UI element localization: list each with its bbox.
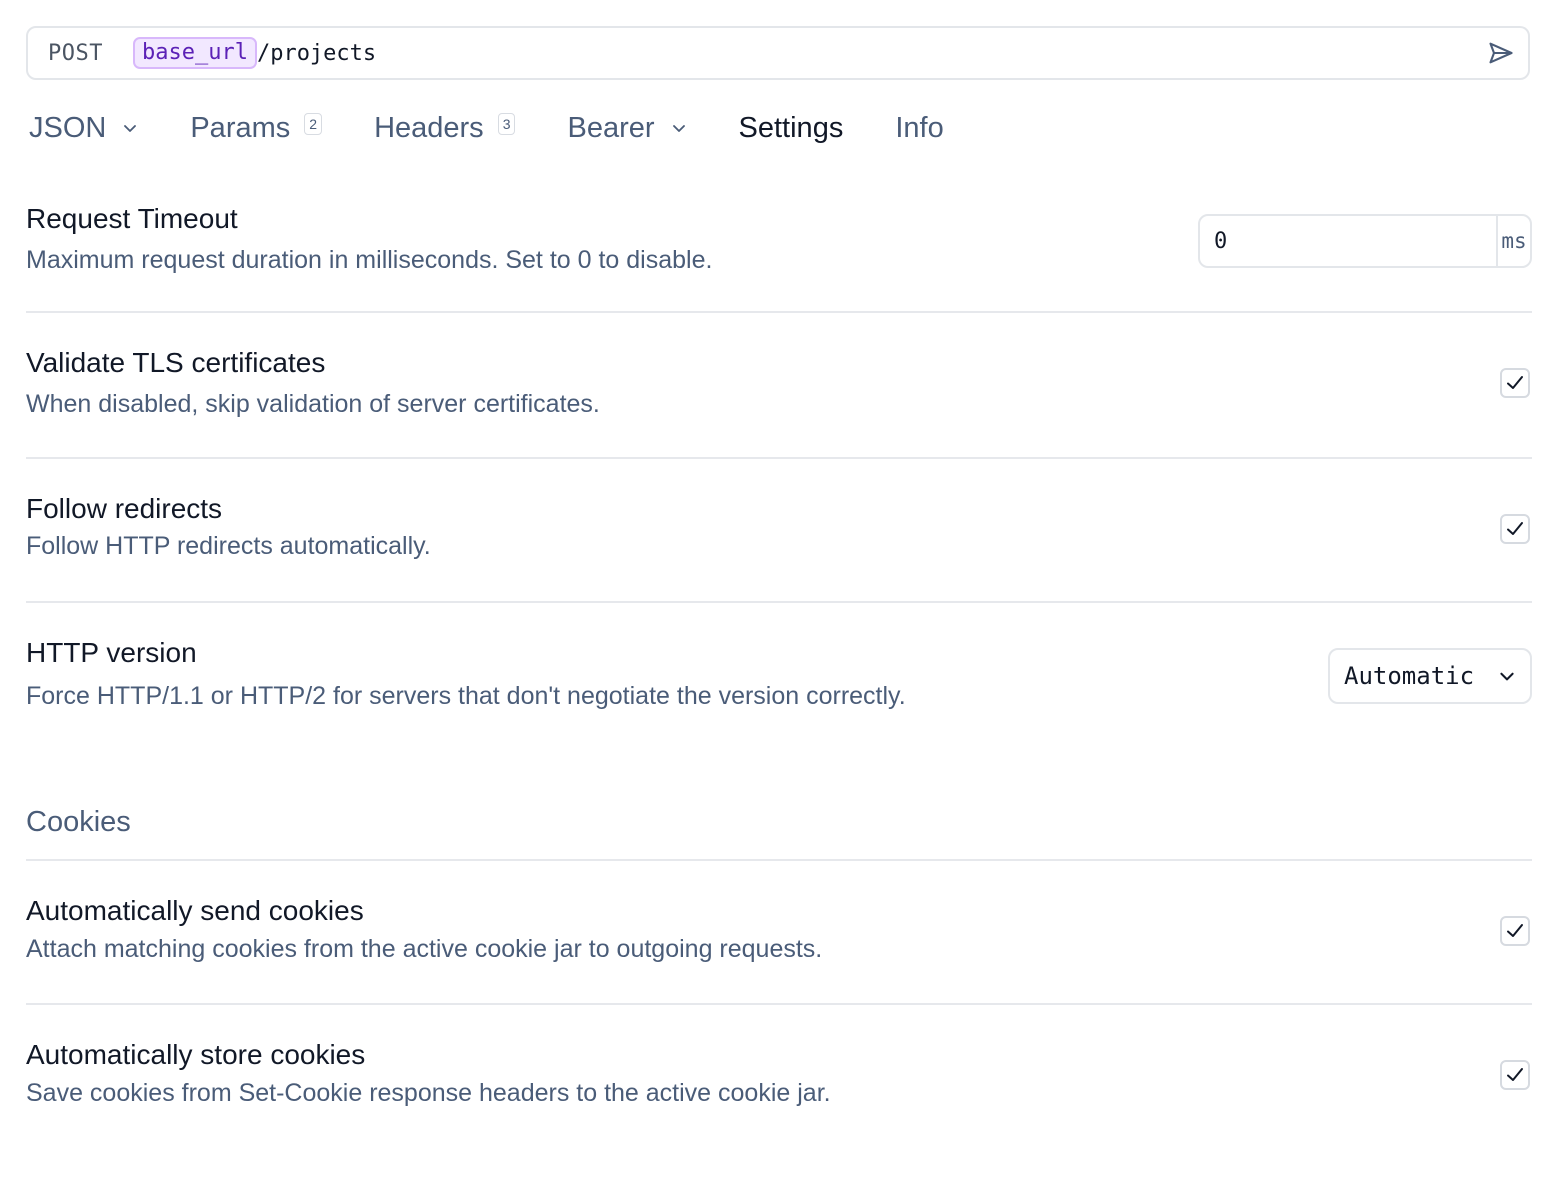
setting-description: When disabled, skip validation of server…	[26, 390, 600, 418]
base-url-variable-chip[interactable]: base_url	[132, 37, 257, 69]
url-input[interactable]: base_url /projects	[132, 37, 377, 69]
tab-json[interactable]: JSON	[29, 112, 138, 145]
http-version-selected: Automatic	[1344, 662, 1475, 690]
tab-headers-label: Headers	[374, 111, 484, 144]
tab-settings[interactable]: Settings	[739, 112, 844, 145]
validate-tls-checkbox[interactable]	[1500, 368, 1530, 398]
setting-description: Follow HTTP redirects automatically.	[26, 532, 431, 560]
auto-store-cookies-checkbox[interactable]	[1500, 1060, 1530, 1090]
checkmark-icon	[1507, 1068, 1523, 1081]
follow-redirects-checkbox[interactable]	[1500, 514, 1530, 544]
chevron-down-icon	[122, 120, 138, 136]
setting-title: Automatically store cookies	[26, 1039, 366, 1070]
divider	[26, 311, 1532, 313]
send-icon	[1489, 42, 1513, 64]
url-path: /projects	[256, 40, 377, 66]
setting-request-timeout: Request Timeout Maximum request duration…	[26, 202, 1532, 276]
request-timeout-input[interactable]	[1200, 216, 1496, 266]
tab-bearer[interactable]: Bearer	[567, 112, 686, 145]
divider	[26, 859, 1532, 861]
tab-params-label: Params	[190, 111, 291, 144]
tab-info[interactable]: Info	[895, 112, 943, 145]
setting-description: Save cookies from Set-Cookie response he…	[26, 1079, 831, 1107]
checkmark-icon	[1507, 522, 1523, 535]
headers-count-badge: 3	[497, 113, 516, 135]
http-method[interactable]: POST	[48, 41, 103, 66]
divider	[26, 457, 1532, 459]
timeout-unit-label: ms	[1496, 216, 1530, 266]
chevron-down-icon	[671, 120, 687, 136]
tab-info-label: Info	[895, 111, 944, 144]
request-tabs: JSON Params 2 Headers 3 Bearer Settings …	[29, 108, 996, 148]
cookies-section-heading: Cookies	[26, 806, 131, 838]
checkmark-icon	[1507, 376, 1523, 389]
tab-bearer-label: Bearer	[567, 111, 655, 144]
tab-params[interactable]: Params 2	[190, 111, 323, 145]
setting-description: Force HTTP/1.1 or HTTP/2 for servers tha…	[26, 682, 906, 710]
request-timeout-field[interactable]: ms	[1198, 214, 1532, 268]
http-version-select[interactable]: Automatic	[1328, 648, 1532, 704]
url-bar[interactable]: POST base_url /projects	[26, 26, 1530, 80]
setting-auto-send-cookies: Automatically send cookies Attach matchi…	[26, 894, 1532, 965]
divider	[26, 601, 1532, 603]
send-button[interactable]	[1486, 38, 1516, 68]
divider	[26, 1003, 1532, 1005]
setting-title: Follow redirects	[26, 493, 223, 524]
setting-title: Validate TLS certificates	[26, 347, 326, 378]
setting-title: HTTP version	[26, 637, 197, 668]
chevron-down-icon	[1500, 672, 1514, 681]
tab-headers[interactable]: Headers 3	[374, 111, 516, 145]
setting-follow-redirects: Follow redirects Follow HTTP redirects a…	[26, 492, 1532, 562]
params-count-badge: 2	[304, 113, 323, 135]
checkmark-icon	[1507, 924, 1523, 937]
setting-validate-tls: Validate TLS certificates When disabled,…	[26, 346, 1532, 420]
tab-settings-label: Settings	[738, 111, 844, 144]
setting-title: Automatically send cookies	[26, 895, 364, 926]
setting-http-version: HTTP version Force HTTP/1.1 or HTTP/2 fo…	[26, 636, 1532, 712]
setting-description: Attach matching cookies from the active …	[26, 935, 823, 963]
auto-send-cookies-checkbox[interactable]	[1500, 916, 1530, 946]
setting-auto-store-cookies: Automatically store cookies Save cookies…	[26, 1038, 1532, 1109]
tab-json-label: JSON	[29, 111, 107, 144]
